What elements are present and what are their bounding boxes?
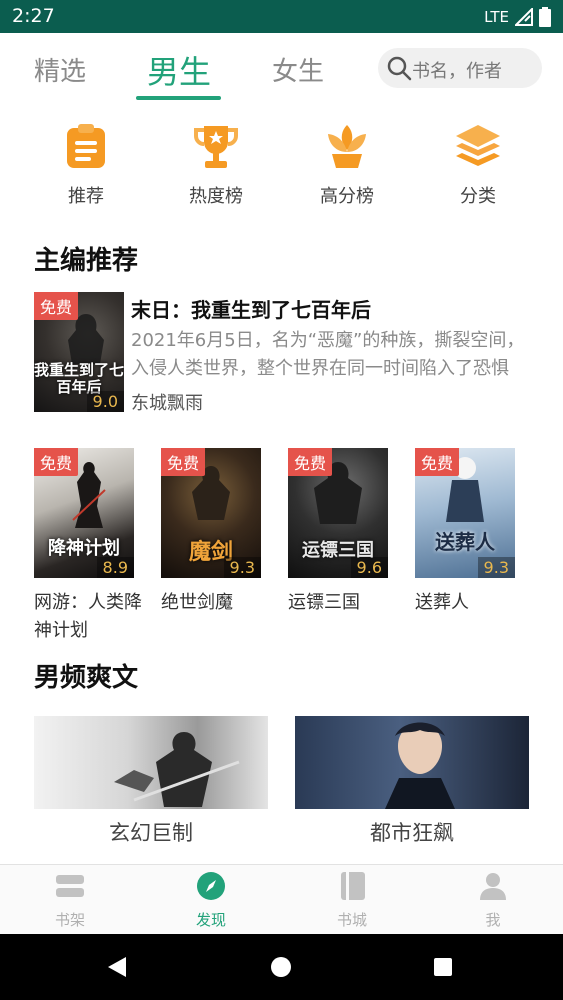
book-description: 2021年6月5日，名为“恶魔”的种族，撕裂空间，入侵人类世界，整个世界在同一时…: [131, 330, 525, 379]
bookshelf-icon: [56, 875, 84, 897]
back-icon[interactable]: [106, 955, 128, 979]
bottom-navigation: 书架 发现 书城 我: [0, 864, 563, 934]
book-name[interactable]: 网游：人类降神计划: [34, 589, 149, 645]
score-badge: 9.3: [223, 557, 261, 578]
book-title: 末日：我重生到了七百年后: [131, 298, 371, 322]
book-name[interactable]: 运镖三国: [288, 589, 403, 617]
signal-icon: [515, 8, 533, 26]
book-cover[interactable]: 降神计划 免费 8.9: [34, 448, 134, 578]
section-title-editor-pick: 主编推荐: [34, 246, 139, 276]
free-badge: 免费: [161, 448, 206, 476]
shortcut-top-rated[interactable]: 高分榜: [297, 122, 397, 208]
battery-icon: [539, 7, 551, 27]
nav-label: 我: [485, 911, 501, 929]
nav-label: 发现: [195, 911, 226, 929]
score-badge: 8.9: [96, 557, 134, 578]
tab-featured[interactable]: 精选: [34, 51, 86, 88]
status-time: 2:27: [12, 5, 55, 27]
search-placeholder: 书名，作者: [412, 61, 502, 82]
genre-card-urban[interactable]: 都市狂飙: [295, 716, 529, 847]
search-icon: [387, 56, 412, 81]
network-type: LTE: [484, 8, 509, 26]
status-bar: 2:27 LTE: [0, 0, 563, 33]
tab-male[interactable]: 男生: [147, 47, 211, 93]
home-icon[interactable]: [270, 956, 292, 978]
free-badge: 免费: [34, 448, 79, 476]
genre-banner-image: [295, 716, 529, 809]
flower-icon: [328, 125, 366, 168]
tab-female[interactable]: 女生: [272, 51, 324, 88]
system-navigation-bar: [0, 934, 563, 1000]
cover-title: 送葬人: [435, 530, 495, 554]
book-cover[interactable]: 运镖三国 免费 9.6: [288, 448, 388, 578]
nav-label: 书架: [54, 911, 85, 929]
genre-label: 都市狂飙: [370, 821, 454, 845]
book-icon: [341, 872, 365, 900]
layers-icon: [456, 125, 500, 166]
free-badge: 免费: [415, 448, 460, 476]
score-badge: 9.3: [477, 557, 515, 578]
nav-discover[interactable]: 发现: [171, 871, 251, 930]
shortcut-label: 热度榜: [189, 186, 243, 207]
active-tab-indicator: [136, 96, 221, 100]
user-icon: [480, 873, 506, 900]
shortcut-label: 分类: [460, 186, 496, 207]
nav-bookshelf[interactable]: 书架: [30, 871, 110, 930]
clipboard-icon: [67, 124, 105, 168]
nav-me[interactable]: 我: [453, 871, 533, 930]
genre-banner-image: [34, 716, 268, 809]
free-badge: 免费: [34, 292, 79, 320]
trophy-icon: [194, 126, 238, 168]
score-badge: 9.6: [350, 557, 388, 578]
book-cover[interactable]: 我重生到了七百年后 免费 9.0: [34, 292, 124, 412]
book-name[interactable]: 绝世剑魔: [161, 589, 276, 617]
compass-icon: [197, 872, 225, 900]
search-box[interactable]: 书名，作者: [378, 48, 542, 88]
free-badge: 免费: [288, 448, 333, 476]
shortcut-recommend[interactable]: 推荐: [36, 122, 136, 208]
shortcut-hot-rank[interactable]: 热度榜: [166, 122, 266, 208]
shortcut-label: 高分榜: [320, 186, 374, 207]
book-author: 东城飘雨: [131, 393, 203, 414]
recents-icon[interactable]: [433, 957, 453, 977]
book-cover[interactable]: 送葬人 免费 9.3: [415, 448, 515, 578]
book-name[interactable]: 送葬人: [415, 589, 530, 617]
shortcut-category[interactable]: 分类: [428, 122, 528, 208]
book-cover[interactable]: 魔剑 免费 9.3: [161, 448, 261, 578]
genre-label: 玄幻巨制: [109, 821, 193, 845]
section-title-male-hits: 男频爽文: [34, 663, 139, 693]
genre-card-fantasy[interactable]: 玄幻巨制: [34, 716, 268, 847]
shortcut-label: 推荐: [68, 186, 104, 207]
cover-figure-image: [68, 314, 104, 364]
nav-bookstore[interactable]: 书城: [312, 871, 392, 930]
score-badge: 9.0: [86, 391, 124, 412]
top-navigation: 精选 男生 女生 书名，作者: [0, 33, 563, 101]
nav-label: 书城: [336, 911, 367, 929]
